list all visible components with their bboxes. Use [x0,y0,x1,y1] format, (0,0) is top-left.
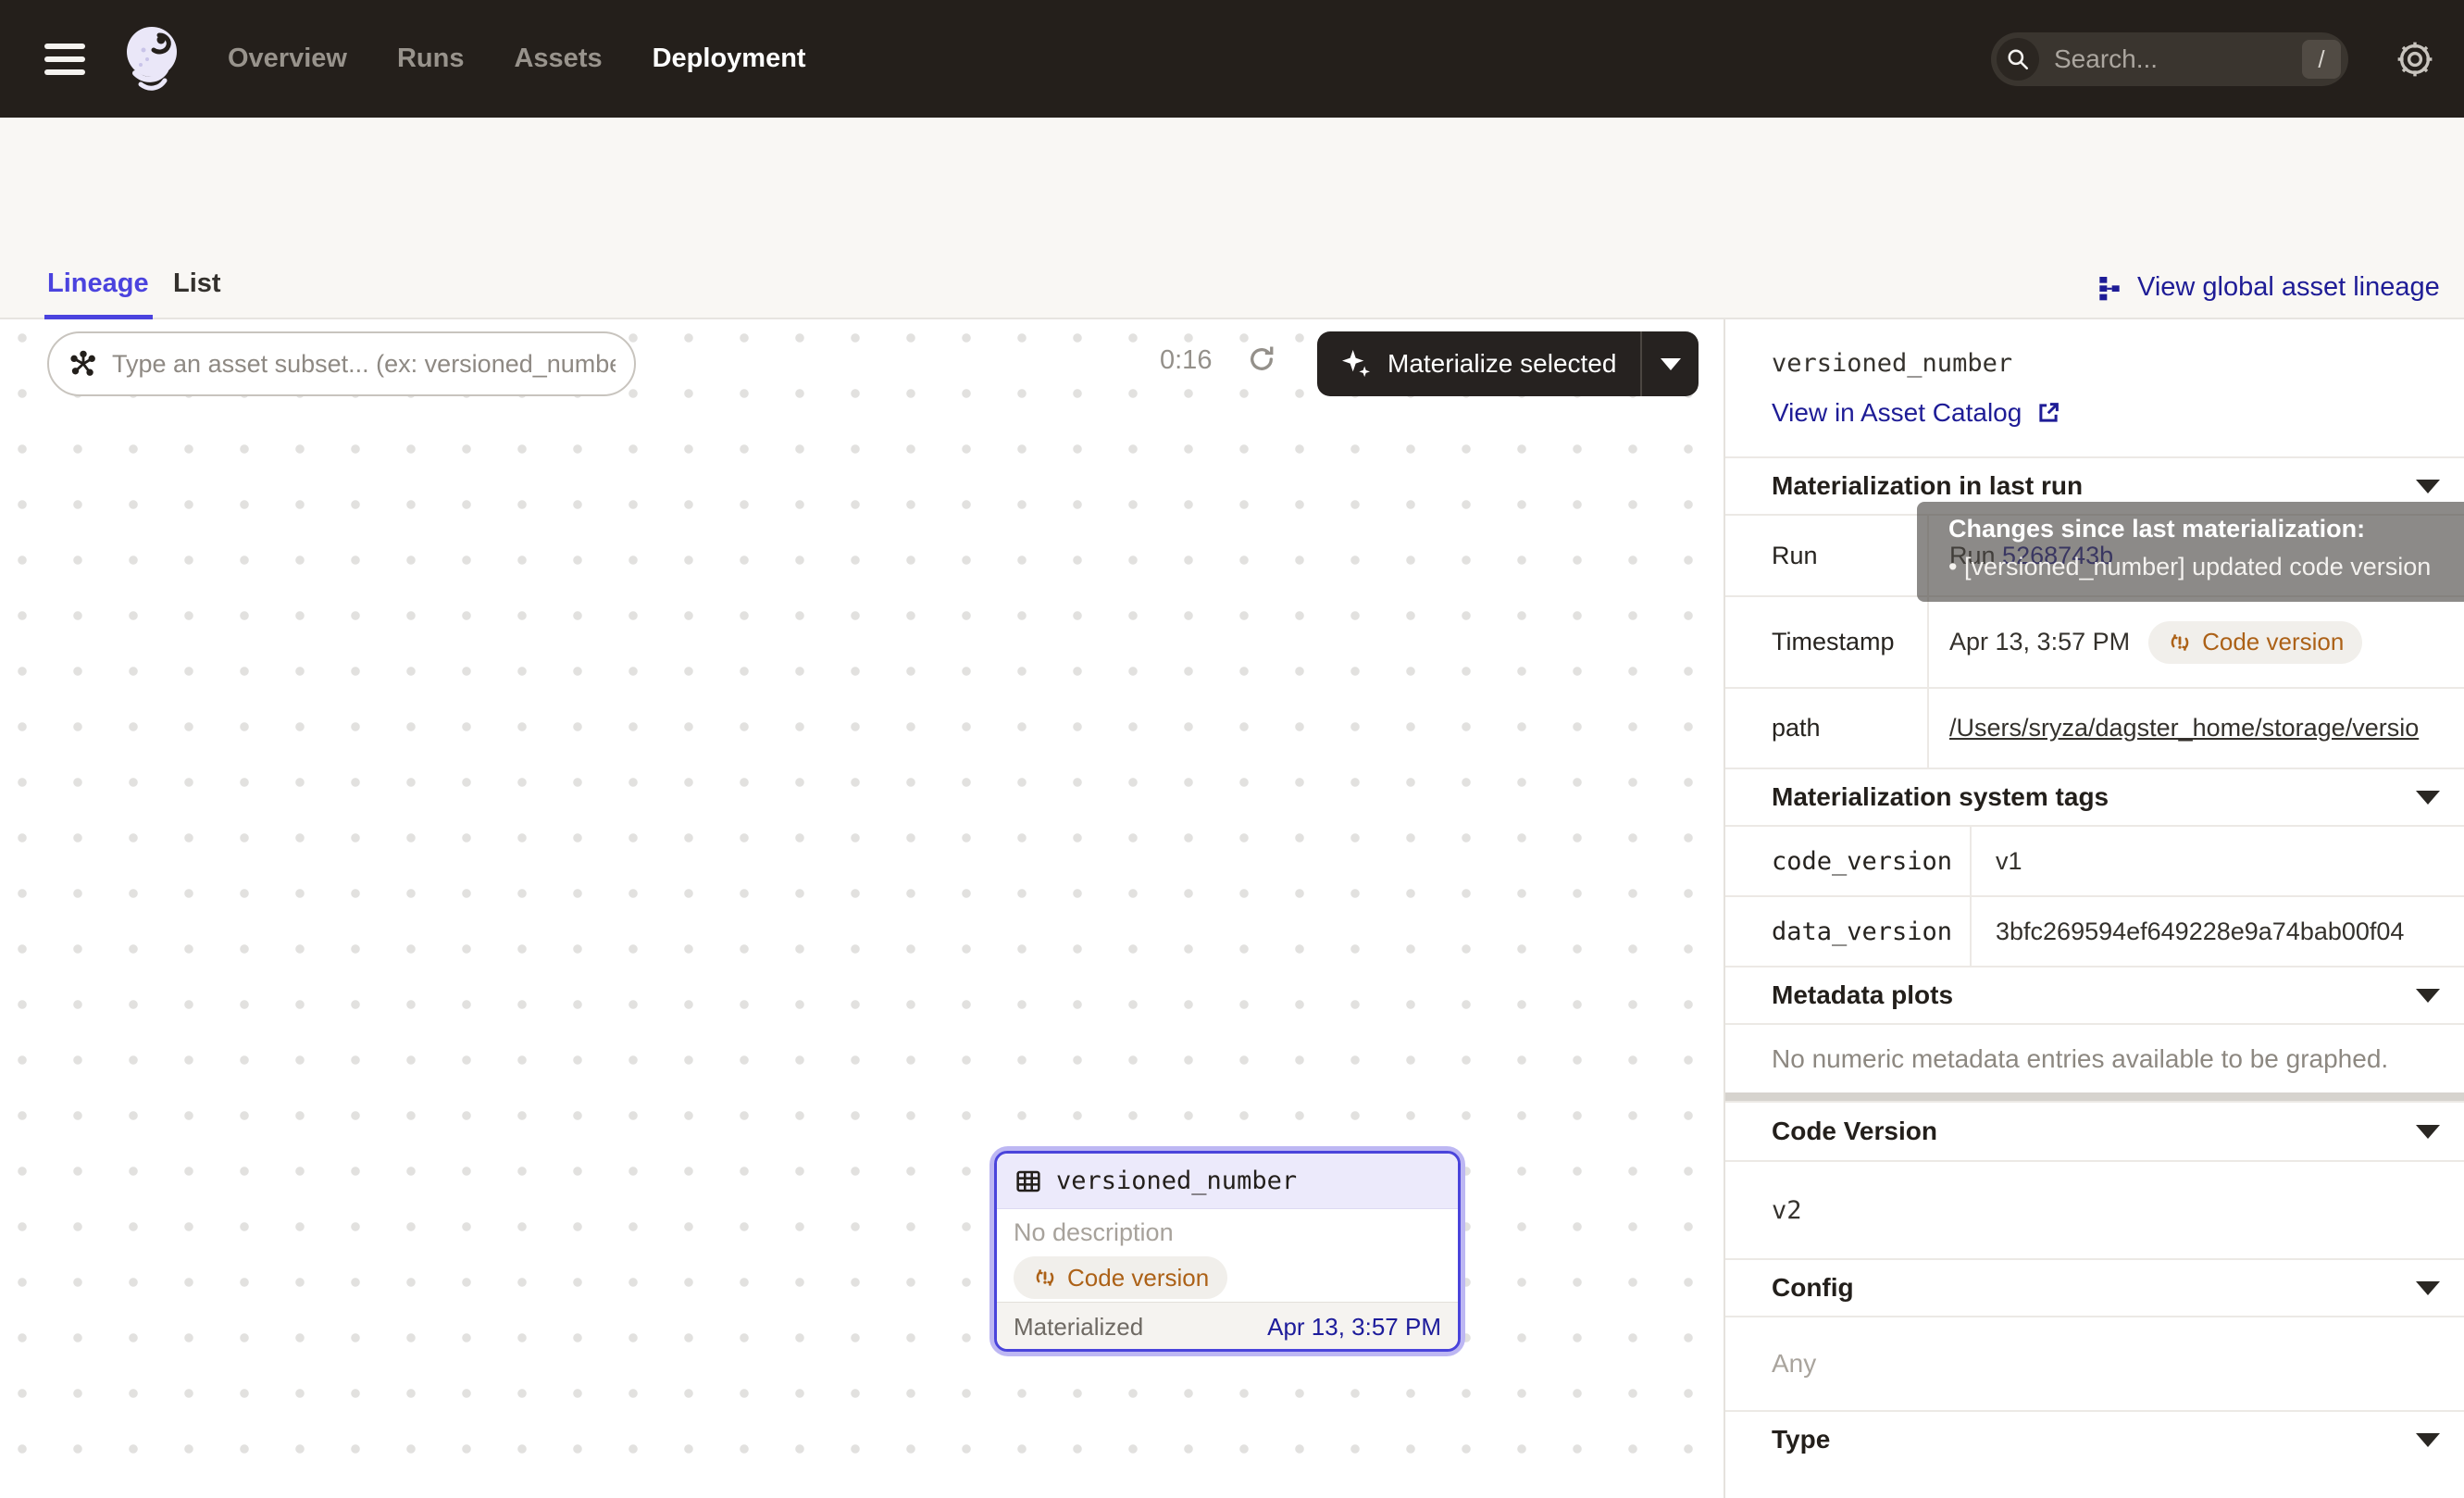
panel-header: versioned_number View in Asset Catalog [1725,319,2464,456]
collapse-caret-icon[interactable] [2416,480,2440,493]
refresh-countdown-icon[interactable] [1244,342,1279,377]
external-link-icon [2035,399,2062,427]
metadata-plots-empty-state: No numeric metadata entries available to… [1725,1023,2464,1092]
code-version-key: code_version [1725,847,1970,876]
asset-node-description: No description [1014,1218,1441,1247]
data-version-tag-row: data_version 3bfc269594ef649228e9a74bab0… [1725,895,2464,966]
asset-details-panel: versioned_number View in Asset Catalog M… [1724,319,2464,1498]
panel-section-divider [1725,1092,2464,1101]
code-version-changed-icon [1032,1265,1058,1291]
nav-item-runs[interactable]: Runs [397,44,465,74]
tab-lineage[interactable]: Lineage [47,268,149,299]
section-config[interactable]: Config [1725,1258,2464,1316]
asset-subset-filter[interactable] [47,331,636,396]
path-link[interactable]: /Users/sryza/dagster_home/storage/versio [1949,714,2419,743]
settings-gear-icon[interactable] [2391,35,2439,83]
chevron-down-icon [1661,358,1681,370]
code-version-value: v1 [1970,827,2464,895]
section-header-label: Materialization in last run [1772,471,2083,501]
code-version-changed-label: Code version [2202,628,2344,656]
data-version-value: 3bfc269594ef649228e9a74bab00f04 [1970,897,2464,966]
timestamp-value: Apr 13, 3:57 PM Code version [1927,597,2464,687]
config-value: Any [1725,1316,2464,1410]
data-version-key: data_version [1725,918,1970,946]
section-header-label: Type [1772,1425,1830,1454]
search-placeholder: Search... [2054,44,2302,74]
collapse-caret-icon[interactable] [2416,791,2440,805]
timestamp-label: Timestamp [1725,628,1927,656]
code-version-changed-badge[interactable]: Code version [1014,1256,1227,1299]
view-global-asset-lineage-link[interactable]: View global asset lineage [2095,272,2440,303]
code-version-tag-row: code_version v1 [1725,825,2464,895]
asset-node-body: No description Code version [997,1209,1458,1302]
top-nav: Overview Runs Assets Deployment Search..… [0,0,2464,118]
lineage-graph-icon [2095,273,2124,303]
lineage-canvas[interactable]: 0:16 Materialize selected versioned_numb… [0,319,1724,1498]
search-shortcut-badge: / [2302,40,2341,79]
tabs-bar: Lineage List View global asset lineage [0,261,2464,319]
section-code-version[interactable]: Code Version [1725,1101,2464,1160]
asset-node-title: versioned_number [1056,1167,1297,1195]
section-materialization-system-tags[interactable]: Materialization system tags [1725,768,2464,825]
code-version-changed-badge[interactable]: Code version [2148,621,2362,664]
collapse-caret-icon[interactable] [2416,1281,2440,1295]
view-in-asset-catalog-link[interactable]: View in Asset Catalog [1772,398,2464,428]
tab-list[interactable]: List [173,268,221,299]
search-input[interactable]: Search... / [1991,32,2348,86]
tooltip-title: Changes since last materialization: [1948,515,2464,543]
section-header-label: Code Version [1772,1117,1937,1146]
changes-since-materialization-tooltip: Changes since last materialization: • [v… [1917,502,2464,602]
path-row: path /Users/sryza/dagster_home/storage/v… [1725,687,2464,768]
materialized-status-label: Materialized [1014,1313,1143,1342]
primary-nav: Overview Runs Assets Deployment [228,44,806,74]
materialize-options-dropdown[interactable] [1642,358,1699,370]
asset-node-selection-ring: versioned_number No description Code ver… [989,1146,1465,1356]
hamburger-menu-icon[interactable] [44,44,85,75]
section-type[interactable]: Type [1725,1410,2464,1467]
collapse-caret-icon[interactable] [2416,1433,2440,1447]
tooltip-item: • [versioned_number] updated code versio… [1948,553,2464,581]
refresh-countdown: 0:16 [1160,345,1212,376]
page-header: default Asset Group in vanilla_asset_wit… [0,118,2464,261]
view-global-asset-lineage-label: View global asset lineage [2137,272,2440,303]
materialize-selected-button[interactable]: Materialize selected [1317,331,1699,396]
panel-asset-name: versioned_number [1772,349,2464,378]
section-header-label: Metadata plots [1772,980,1953,1010]
materialized-time-link[interactable]: Apr 13, 3:57 PM [1267,1313,1441,1342]
run-label: Run [1725,542,1927,570]
collapse-caret-icon[interactable] [2416,989,2440,1003]
path-value: /Users/sryza/dagster_home/storage/versio [1927,689,2464,768]
section-metadata-plots[interactable]: Metadata plots [1725,966,2464,1023]
code-version-changed-icon [2167,630,2193,655]
nav-item-deployment[interactable]: Deployment [653,44,806,74]
code-version-changed-label: Code version [1067,1264,1209,1292]
search-icon [1997,38,2039,81]
materialize-selected-label: Materialize selected [1388,349,1616,379]
section-header-label: Config [1772,1273,1854,1303]
collapse-caret-icon[interactable] [2416,1125,2440,1139]
asset-table-icon [1014,1167,1043,1196]
asset-node-versioned-number[interactable]: versioned_number No description Code ver… [994,1151,1461,1352]
path-label: path [1725,714,1927,743]
code-version-current-value: v2 [1725,1160,2464,1258]
op-selector-icon [68,348,99,380]
timestamp-row: Timestamp Apr 13, 3:57 PM Code version [1725,595,2464,687]
view-in-asset-catalog-label: View in Asset Catalog [1772,398,2022,428]
nav-item-assets[interactable]: Assets [514,44,602,74]
timestamp-text: Apr 13, 3:57 PM [1949,628,2130,656]
sparkle-icon [1338,345,1375,382]
nav-item-overview[interactable]: Overview [228,44,347,74]
asset-node-header: versioned_number [997,1154,1458,1209]
dagster-logo-icon[interactable] [118,22,183,96]
asset-subset-input[interactable] [112,350,616,379]
section-header-label: Materialization system tags [1772,782,2109,812]
asset-node-footer: Materialized Apr 13, 3:57 PM [997,1302,1458,1352]
